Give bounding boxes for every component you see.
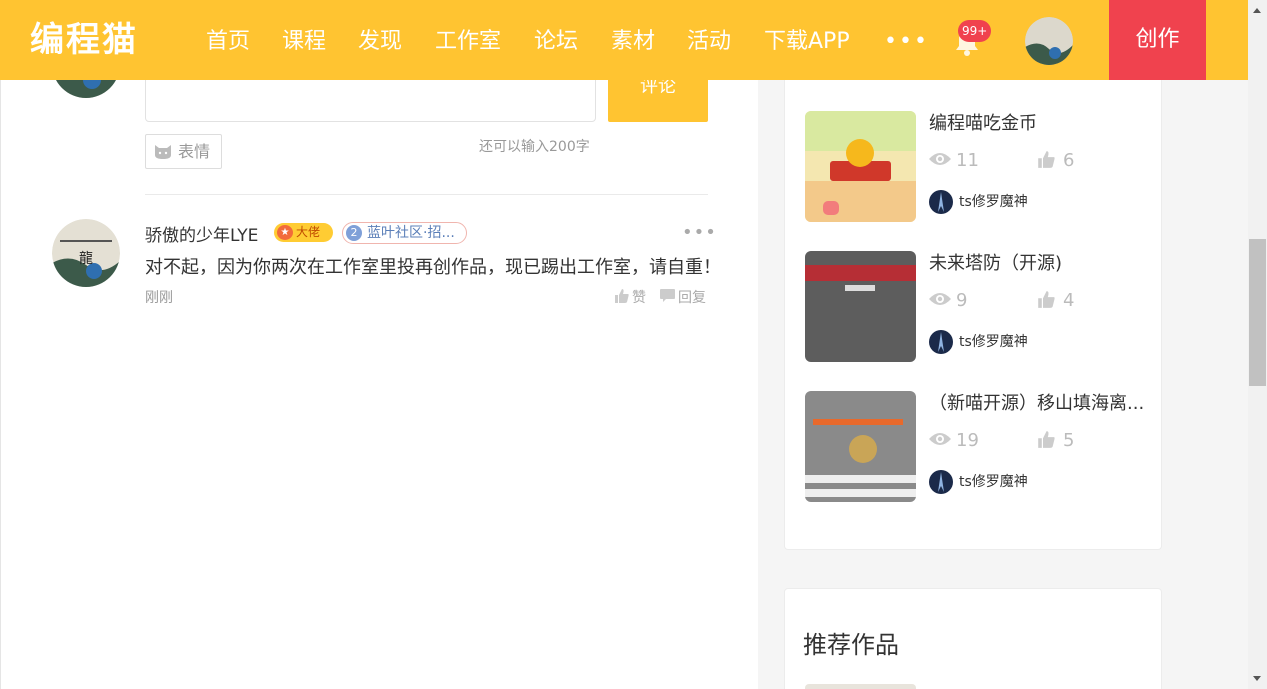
eye-icon [929, 293, 951, 305]
work-item[interactable]: 未来塔防（开源) 9 4 ts修罗魔神 [805, 251, 1145, 363]
crown-icon: ★ [277, 225, 293, 240]
nav-courses[interactable]: 课程 [282, 22, 326, 62]
like-count: 4 [1037, 289, 1074, 313]
nav-studio[interactable]: 工作室 [435, 22, 501, 62]
more-options-icon[interactable]: ••• [682, 224, 717, 242]
like-label: 赞 [632, 290, 646, 306]
view-count: 19 [929, 429, 979, 453]
work-item[interactable]: 编程喵吃金币 11 6 ts修罗魔神 [805, 111, 1145, 223]
comment-section: 评论 表情 还可以输入200字 龍 骄傲的少年LYE ★ 大佬 2 蓝叶社区·招… [0, 0, 758, 689]
clicker-game-thumbnail-image [805, 391, 916, 502]
work-author[interactable]: ts修罗魔神 [929, 469, 1028, 495]
eye-icon [929, 433, 951, 445]
comment-time: 刚刚 [145, 290, 173, 306]
level-number: 2 [346, 225, 362, 241]
reply-button[interactable]: 回复 [660, 287, 706, 307]
thumbs-up-icon [1038, 151, 1055, 168]
community-badge[interactable]: 2 蓝叶社区·招... [342, 222, 467, 244]
work-title[interactable]: （新喵开源）移山填海离... [929, 391, 1144, 417]
work-thumbnail[interactable] [805, 251, 916, 362]
view-count-value: 19 [956, 430, 979, 451]
cat-face-icon [155, 145, 171, 159]
notification-badge: 99+ [958, 20, 992, 42]
author-works-card: 编程喵吃金币 11 6 ts修罗魔神 未来塔防（开源) 9 4 ts修罗魔神 （… [784, 0, 1162, 550]
boss-badge: ★ 大佬 [274, 223, 333, 242]
author-avatar-image [938, 472, 944, 492]
thumbs-up-icon [1038, 291, 1055, 308]
commenter-avatar[interactable]: 龍 [52, 219, 120, 287]
emoji-label: 表情 [178, 142, 211, 161]
view-count-value: 9 [956, 290, 968, 311]
work-thumbnail-partial[interactable] [805, 684, 916, 689]
char-limit-hint: 还可以输入200字 [479, 139, 590, 155]
author-avatar [929, 330, 953, 354]
user-avatar-image [1025, 17, 1073, 65]
work-author[interactable]: ts修罗魔神 [929, 189, 1028, 215]
create-button[interactable]: 创作 [1109, 0, 1206, 80]
svg-text:龍: 龍 [79, 250, 93, 267]
thumbs-up-icon [1038, 431, 1055, 448]
comment-text: 对不起，因为你两次在工作室里投再创作品，现已踢出工作室，请自重！ [145, 257, 721, 278]
work-thumbnail[interactable] [805, 391, 916, 502]
emoji-button[interactable]: 表情 [145, 134, 222, 169]
work-item[interactable]: （新喵开源）移山填海离... 19 5 ts修罗魔神 [805, 391, 1145, 503]
nav-forum[interactable]: 论坛 [534, 22, 578, 62]
tower-defense-thumbnail-image [805, 251, 916, 362]
nav-discover[interactable]: 发现 [358, 22, 402, 62]
work-thumbnail[interactable] [805, 111, 916, 222]
commenter-name[interactable]: 骄傲的少年LYE [145, 221, 258, 246]
nav-download-app[interactable]: 下载APP [764, 22, 850, 62]
author-name: ts修罗魔神 [959, 474, 1028, 490]
nav-materials[interactable]: 素材 [611, 22, 655, 62]
work-author[interactable]: ts修罗魔神 [929, 329, 1028, 355]
author-avatar-image [938, 332, 944, 352]
scroll-down-arrow-icon[interactable] [1253, 676, 1261, 681]
author-avatar [929, 470, 953, 494]
top-nav-bar: 编程猫 首页 课程 发现 工作室 论坛 素材 活动 下载APP ••• 99+ … [0, 0, 1248, 80]
nav-events[interactable]: 活动 [687, 22, 731, 62]
recommended-works-card: 推荐作品 [784, 588, 1162, 689]
like-count: 5 [1037, 429, 1074, 453]
divider [145, 194, 708, 195]
view-count-value: 11 [956, 150, 979, 171]
scrollbar-thumb[interactable] [1249, 239, 1266, 386]
work-title[interactable]: 编程喵吃金币 [929, 111, 1144, 137]
like-count-value: 6 [1063, 150, 1075, 171]
like-count-value: 4 [1063, 290, 1075, 311]
author-name: ts修罗魔神 [959, 194, 1028, 210]
work-title[interactable]: 未来塔防（开源) [929, 251, 1144, 277]
reply-label: 回复 [678, 290, 706, 306]
nav-home[interactable]: 首页 [206, 22, 250, 62]
boss-badge-label: 大佬 [296, 225, 321, 239]
user-avatar[interactable] [1025, 17, 1073, 65]
scroll-up-arrow-icon[interactable] [1253, 8, 1261, 13]
like-button[interactable]: 赞 [614, 287, 646, 307]
eye-icon [929, 153, 951, 165]
recommended-title: 推荐作品 [803, 631, 899, 659]
more-menu-icon[interactable]: ••• [884, 22, 929, 62]
view-count: 9 [929, 289, 967, 313]
like-count-value: 5 [1063, 430, 1075, 451]
author-avatar [929, 190, 953, 214]
coin-game-thumbnail-image [805, 111, 916, 222]
view-count: 11 [929, 149, 979, 173]
author-name: ts修罗魔神 [959, 334, 1028, 350]
site-logo[interactable]: 编程猫 [30, 18, 138, 62]
thumbs-up-icon [615, 289, 629, 303]
author-avatar-image [938, 192, 944, 212]
speech-bubble-icon [660, 289, 675, 302]
community-label: 蓝叶社区·招... [367, 225, 455, 241]
like-count: 6 [1037, 149, 1074, 173]
avatar-image: 龍 [52, 219, 120, 287]
